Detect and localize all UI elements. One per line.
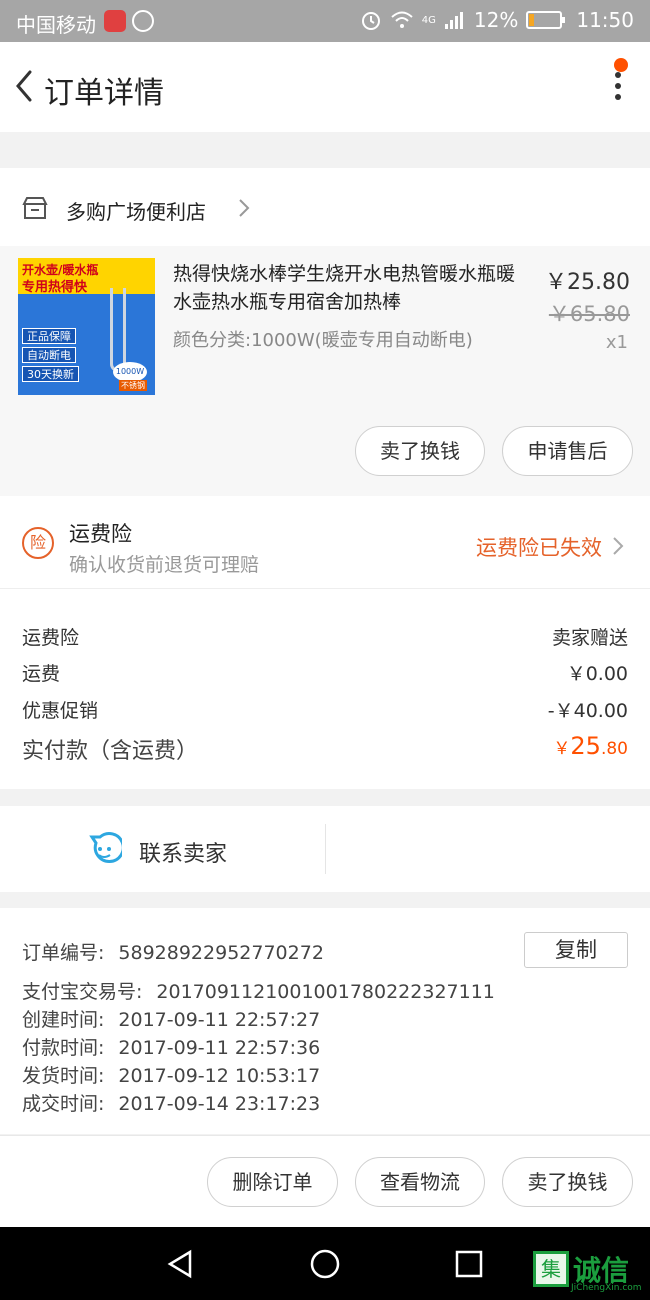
paid-currency: ￥ — [553, 739, 571, 759]
network-type: 4G — [421, 14, 436, 26]
paid-decimal: .80 — [600, 739, 628, 759]
contact-seller-button[interactable]: 联系卖家 — [139, 836, 227, 868]
page-title: 订单详情 — [44, 76, 164, 111]
info-label: 订单编号: — [22, 942, 105, 964]
watermark-logo: 集 诚信 JiChengXin.com — [533, 1249, 642, 1293]
insurance-icon: 险 — [22, 527, 54, 559]
created-time: 2017-09-11 22:57:27 — [118, 1009, 321, 1031]
fee-row: 运费险 卖家赠送 — [22, 623, 628, 650]
chevron-right-icon — [613, 537, 624, 555]
closed-time: 2017-09-14 23:17:23 — [118, 1093, 321, 1115]
nav-home-icon[interactable] — [309, 1248, 341, 1280]
view-logistics-button[interactable]: 查看物流 — [355, 1157, 485, 1207]
fee-summary: 运费险 卖家赠送 运费 ￥0.00 优惠促销 -￥40.00 实付款（含运费） … — [0, 589, 650, 789]
clock: 11:50 — [576, 8, 634, 32]
thumb-watt: 1000W — [113, 362, 147, 382]
battery-icon — [526, 11, 566, 29]
insurance-subtitle: 确认收货前退货可理赔 — [69, 554, 260, 576]
fee-value: ￥0.00 — [566, 663, 628, 685]
order-info: 订单编号: 58928922952770272 复制 支付宝交易号: 2017091… — [0, 908, 650, 1134]
fee-value: -￥40.00 — [547, 700, 628, 722]
notification-dot — [614, 58, 628, 72]
info-label: 发货时间: — [22, 1065, 105, 1087]
product-card: 开水壶/暖水瓶 专用热得快 正品保障 自动断电 30天换新 1000W 不锈钢 … — [0, 246, 650, 496]
store-row[interactable]: 多购广场便利店 — [0, 168, 650, 246]
after-sale-button[interactable]: 申请售后 — [502, 426, 633, 476]
info-label: 成交时间: — [22, 1093, 105, 1115]
product-thumbnail[interactable]: 开水壶/暖水瓶 专用热得快 正品保障 自动断电 30天换新 1000W 不锈钢 — [18, 258, 155, 395]
sell-for-cash-button[interactable]: 卖了换钱 — [355, 426, 485, 476]
fee-row: 优惠促销 -￥40.00 — [22, 696, 628, 723]
more-options-icon[interactable] — [612, 68, 624, 108]
paid-time-row: 付款时间: 2017-09-11 22:57:36 — [22, 1033, 320, 1060]
thumb-tag: 正品保障 — [22, 328, 76, 344]
fee-value: 卖家赠送 — [551, 627, 628, 649]
fee-label: 运费险 — [22, 627, 80, 649]
product-title[interactable]: 热得快烧水棒学生烧开水电热管暖水瓶暖水壶热水瓶专用宿舍加热棒 — [173, 260, 533, 316]
fee-row: 运费 ￥0.00 — [22, 659, 628, 686]
product-sku: 颜色分类:1000W(暖壶专用自动断电) — [173, 330, 473, 351]
closed-time-row: 成交时间: 2017-09-14 23:17:23 — [22, 1089, 320, 1116]
store-icon — [22, 197, 48, 219]
alipay-number-row: 支付宝交易号: 2017091121001001780222327111 — [22, 977, 495, 1004]
fee-label: 优惠促销 — [22, 700, 99, 722]
paid-integer: 25 — [570, 732, 601, 760]
created-time-row: 创建时间: 2017-09-11 22:57:27 — [22, 1005, 320, 1032]
thumb-steel: 不锈钢 — [119, 380, 147, 391]
divider — [325, 824, 326, 874]
back-arrow-icon[interactable] — [10, 66, 40, 106]
carrier-name: 中国移动 — [16, 13, 96, 37]
delete-order-button[interactable]: 删除订单 — [207, 1157, 338, 1207]
paid-amount: ￥25.80 — [553, 732, 628, 760]
info-label: 付款时间: — [22, 1037, 105, 1059]
fee-label: 运费 — [22, 663, 61, 685]
chat-face-icon[interactable] — [86, 831, 122, 867]
info-label: 创建时间: — [22, 1009, 105, 1031]
shipping-insurance-row[interactable]: 险 运费险 确认收货前退货可理赔 运费险已失效 — [0, 496, 650, 589]
app-header: 订单详情 — [0, 42, 650, 132]
info-label: 支付宝交易号: — [22, 981, 143, 1003]
sell-for-cash-button[interactable]: 卖了换钱 — [502, 1157, 633, 1207]
shipped-time: 2017-09-12 10:53:17 — [118, 1065, 321, 1087]
order-number-row: 订单编号: 58928922952770272 — [22, 938, 324, 965]
insurance-status: 运费险已失效 — [476, 536, 602, 560]
product-original-price: ￥65.80 — [548, 302, 630, 326]
wifi-icon — [391, 11, 413, 28]
insurance-title: 运费险 — [69, 522, 132, 546]
contact-bar: 联系卖家 — [0, 806, 650, 892]
app-notification-icon — [104, 10, 126, 32]
chevron-right-icon — [239, 199, 250, 217]
store-name: 多购广场便利店 — [66, 200, 206, 224]
paid-time: 2017-09-11 22:57:36 — [118, 1037, 321, 1059]
product-price: ￥25.80 — [545, 270, 630, 295]
signal-icon — [444, 12, 463, 29]
heater-tube-graphic — [110, 288, 126, 372]
thumb-text: 专用热得快 — [22, 280, 88, 295]
watermark-box: 集 — [533, 1251, 569, 1287]
battery-percent: 12% — [473, 8, 519, 32]
status-bar: 中国移动 4G 12% 11:50 — [0, 0, 650, 42]
product-quantity: x1 — [605, 332, 628, 353]
shipped-time-row: 发货时间: 2017-09-12 10:53:17 — [22, 1061, 320, 1088]
order-actions: 删除订单 查看物流 卖了换钱 — [0, 1135, 650, 1227]
order-number: 58928922952770272 — [118, 942, 324, 964]
paid-amount-label: 实付款（含运费） — [22, 739, 199, 764]
status-indicators: 4G 12% 11:50 — [360, 8, 634, 32]
alarm-icon — [361, 12, 380, 30]
app-notification-icon — [132, 10, 154, 32]
thumb-tag: 30天换新 — [22, 366, 79, 382]
copy-button[interactable]: 复制 — [524, 932, 628, 968]
nav-recents-icon[interactable] — [455, 1250, 483, 1278]
nav-back-icon[interactable] — [166, 1249, 194, 1279]
watermark-url: JiChengXin.com — [571, 1283, 642, 1293]
alipay-number: 2017091121001001780222327111 — [156, 981, 495, 1003]
system-nav-bar: 集 诚信 JiChengXin.com — [0, 1227, 650, 1300]
thumb-tag: 自动断电 — [22, 347, 76, 363]
